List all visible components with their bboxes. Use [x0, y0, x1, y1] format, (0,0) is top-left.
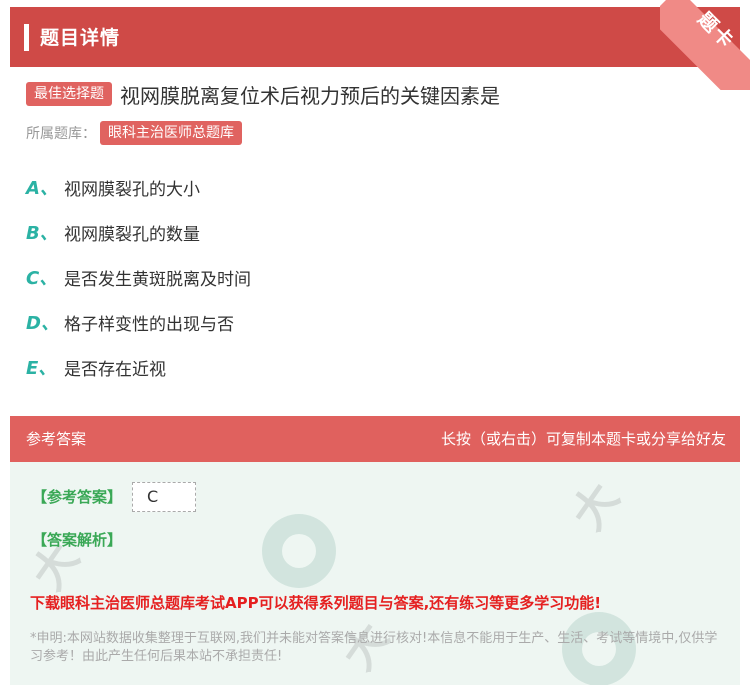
download-promo-link[interactable]: 下载眼科主治医师总题库考试APP可以获得系列题目与答案,还有练习等更多学习功能!	[30, 592, 601, 613]
option-letter: E、	[26, 358, 57, 379]
answer-body: 大 大 大 【参考答案】 C 【答案解析】 下载眼科主治医师总题库考试APP可以…	[10, 462, 740, 685]
option-text: 视网膜裂孔的大小	[64, 179, 200, 200]
option-text: 视网膜裂孔的数量	[64, 224, 200, 245]
answer-header-title: 参考答案	[26, 430, 87, 448]
option-text: 是否发生黄斑脱离及时间	[64, 269, 251, 290]
corner-ribbon: 题卡	[660, 0, 750, 90]
answer-label: 【参考答案】	[32, 488, 123, 506]
option-e[interactable]: E、 是否存在近视	[26, 353, 166, 381]
share-hint: 长按（或右击）可复制本题卡或分享给好友	[440, 430, 726, 448]
explanation-label: 【答案解析】	[32, 531, 123, 549]
header-accent-bar	[24, 24, 29, 51]
answer-value: C	[132, 482, 196, 512]
watermark-logo-icon	[262, 514, 336, 588]
category-line: 所属题库： 眼科主治医师总题库	[26, 120, 242, 146]
page-header: 题目详情	[10, 7, 740, 67]
option-text: 是否存在近视	[64, 359, 166, 380]
option-letter: B、	[26, 223, 58, 244]
watermark-text: 大	[562, 473, 630, 540]
page-title: 题目详情	[40, 27, 121, 49]
disclaimer-text: *申明:本网站数据收集整理于互联网,我们并未能对答案信息进行核对!本信息不能用于…	[30, 631, 718, 664]
option-d[interactable]: D、 格子样变性的出现与否	[26, 308, 234, 336]
question-type-badge: 最佳选择题	[26, 82, 112, 106]
option-letter: A、	[26, 178, 58, 199]
option-b[interactable]: B、 视网膜裂孔的数量	[26, 218, 200, 246]
category-label: 所属题库：	[26, 126, 96, 142]
question-text: 视网膜脱离复位术后视力预后的关键因素是	[120, 83, 500, 108]
option-c[interactable]: C、 是否发生黄斑脱离及时间	[26, 263, 251, 291]
question-line: 最佳选择题 视网膜脱离复位术后视力预后的关键因素是	[26, 80, 500, 108]
option-a[interactable]: A、 视网膜裂孔的大小	[26, 173, 200, 201]
category-badge[interactable]: 眼科主治医师总题库	[100, 121, 242, 145]
option-letter: C、	[26, 268, 58, 289]
answer-header: 参考答案 长按（或右击）可复制本题卡或分享给好友	[10, 416, 740, 462]
option-text: 格子样变性的出现与否	[64, 314, 234, 335]
option-letter: D、	[26, 313, 59, 334]
